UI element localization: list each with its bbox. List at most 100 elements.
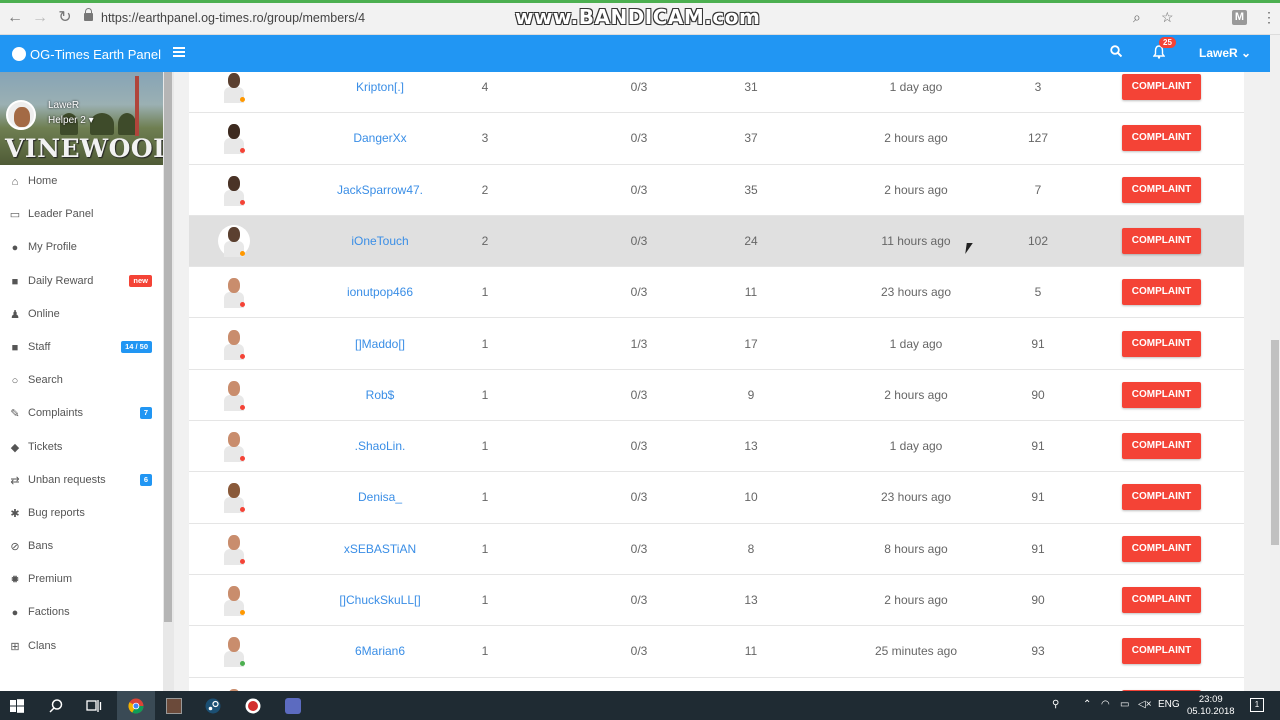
search-icon[interactable] (1110, 45, 1122, 57)
complaint-button[interactable]: COMPLAINT (1122, 433, 1201, 460)
sidebar-item-factions[interactable]: ● Factions (0, 596, 163, 629)
zoom-icon[interactable]: ⌕ (1133, 9, 1141, 26)
action-center-icon[interactable]: 1 (1250, 698, 1264, 712)
sidebar-item-my-profile[interactable]: ● My Profile (0, 231, 163, 264)
member-name[interactable]: Kripton[.] (320, 72, 440, 113)
table-row: xSEBASTiAN 1 0/3 8 8 hours ago 91 COMPLAINT (189, 524, 1244, 575)
member-level: 2 (481, 233, 489, 248)
member-faction-points: 102 (1027, 233, 1049, 248)
member-hours: 35 (744, 182, 758, 197)
clock-time: 23:09 (1198, 694, 1223, 705)
search-icon[interactable] (48, 698, 64, 714)
member-name[interactable]: ionutpop466 (320, 267, 440, 318)
wifi-icon[interactable]: ◠ (1101, 699, 1110, 710)
member-last-seen: 2 hours ago (884, 182, 948, 197)
sidebar-item-tickets[interactable]: ◆ Tickets (0, 431, 163, 464)
user-menu[interactable]: LaweR ⌄ (1199, 46, 1251, 60)
member-name[interactable]: iOneTouch (320, 216, 440, 267)
member-level: 3 (481, 131, 489, 146)
url-text: https://earthpanel.og-times.ro/group/mem… (101, 11, 366, 25)
member-last-seen: 2 hours ago (856, 678, 976, 691)
sidebar-item-complaints[interactable]: ✎ Complaints 7 (0, 397, 163, 430)
people-icon[interactable]: ⚲ (1052, 699, 1059, 710)
member-skin-avatar (219, 165, 249, 216)
complaint-button[interactable]: COMPLAINT (1122, 381, 1201, 408)
sidebar-item-daily-reward[interactable]: ■ Daily Reward new (0, 265, 163, 298)
member-name[interactable]: Denisa_ (320, 472, 440, 523)
sidebar-item-search[interactable]: ○ Search (0, 364, 163, 397)
member-name[interactable]: DangerXx (320, 113, 440, 164)
language-indicator[interactable]: ENG (1158, 699, 1180, 710)
member-faction-points: 90 (1018, 678, 1058, 691)
tag-icon: ◆ (10, 441, 20, 454)
complaint-button[interactable]: COMPLAINT (1122, 638, 1201, 665)
ban-icon: ⊘ (10, 541, 20, 554)
complaint-button[interactable]: COMPLAINT (1122, 535, 1201, 562)
complaint-button[interactable]: COMPLAINT (1122, 176, 1201, 203)
sidebar-item-leader-panel[interactable]: ▭ Leader Panel (0, 198, 163, 231)
task-view-icon[interactable] (86, 698, 102, 714)
member-name[interactable]: BuNoT (320, 678, 440, 691)
windows-start-icon[interactable] (9, 698, 25, 714)
bandicam-record-icon[interactable] (245, 698, 261, 714)
system-clock[interactable]: 23:09 05.10.2018 (1187, 694, 1235, 718)
member-level: 1 (481, 644, 489, 659)
member-warns: 0/3 (619, 678, 659, 691)
sidebar-item-premium[interactable]: ✹ Premium (0, 563, 163, 596)
forward-arrow-icon[interactable]: → (30, 8, 50, 28)
sidebar-item-clans[interactable]: ⊞ Clans (0, 630, 163, 663)
gavel-icon: ✎ (10, 408, 20, 421)
profile-rank[interactable]: Helper 2 ▾ (48, 115, 94, 126)
avatar[interactable] (6, 100, 36, 130)
sidebar-item-label: Complaints (28, 407, 84, 420)
member-name[interactable]: JackSparrow47. (320, 165, 440, 216)
member-name[interactable]: []Maddo[] (320, 319, 440, 370)
sidebar-item-unban-requests[interactable]: ⇄ Unban requests 6 (0, 464, 163, 497)
bookmark-star-icon[interactable]: ☆ (1161, 9, 1174, 26)
complaint-button[interactable]: COMPLAINT (1122, 227, 1201, 254)
member-name[interactable]: .ShaoLin. (320, 421, 440, 472)
member-name[interactable]: 6Marian6 (320, 626, 440, 677)
chrome-icon[interactable] (128, 698, 144, 714)
hamburger-menu-icon[interactable] (173, 47, 185, 57)
members-table: Kripton[.] 4 0/3 31 1 day ago 3 COMPLAINT Dange… (189, 72, 1244, 691)
status-dot (240, 97, 245, 102)
member-name[interactable]: []ChuckSkuLL[] (320, 575, 440, 626)
volume-icon[interactable]: ◁× (1138, 699, 1152, 710)
reload-icon[interactable]: ↻ (55, 8, 75, 28)
status-dot (240, 610, 245, 615)
sidebar-item-home[interactable]: ⌂ Home (0, 165, 163, 198)
extension-icon[interactable]: M (1232, 10, 1247, 25)
search-icon: ○ (11, 375, 19, 388)
member-hours: 17 (744, 336, 758, 351)
sidebar-scrollbar[interactable] (163, 72, 174, 691)
complaint-button[interactable]: COMPLAINT (1122, 279, 1201, 306)
member-level: 1 (481, 541, 489, 556)
steam-icon[interactable] (205, 698, 221, 714)
sidebar-item-bug-reports[interactable]: ✱ Bug reports (0, 497, 163, 530)
member-name[interactable]: xSEBASTiAN (320, 524, 440, 575)
sidebar-item-label: Daily Reward (28, 274, 94, 287)
complaint-button[interactable]: COMPLAINT (1122, 484, 1201, 511)
table-row: BuNoT10/352 hours ago90COMPLAINT (189, 678, 1244, 691)
complaint-button[interactable]: COMPLAINT (1122, 587, 1201, 613)
sidebar-item-bans[interactable]: ⊘ Bans (0, 530, 163, 563)
member-warns: 0/3 (630, 439, 648, 454)
messenger-icon[interactable] (285, 698, 301, 714)
brand[interactable]: OG-Times Earth Panel (12, 45, 161, 62)
complaint-button[interactable]: COMPLAINT (1122, 330, 1201, 357)
member-last-seen: 23 hours ago (880, 490, 952, 505)
member-name[interactable]: Rob$ (320, 370, 440, 421)
menu-dots-icon[interactable]: ⋮ (1262, 9, 1276, 26)
complaint-button[interactable]: COMPLAINT (1122, 74, 1201, 100)
battery-icon[interactable]: ▭ (1120, 699, 1129, 710)
complaint-button[interactable]: COMPLAINT (1122, 125, 1201, 152)
game-icon[interactable] (166, 698, 182, 714)
back-arrow-icon[interactable]: ← (5, 8, 25, 28)
sidebar-item-online[interactable]: ♟ Online (0, 298, 163, 331)
users-icon: ● (11, 607, 19, 620)
page-scrollbar[interactable] (1270, 35, 1280, 691)
sidebar-item-staff[interactable]: ■ Staff 14 / 50 (0, 331, 163, 364)
taskbar: ⚲ ⌃ ◠ ▭ ◁× ENG 23:09 05.10.2018 1 (0, 691, 1280, 720)
chevron-up-icon[interactable]: ⌃ (1083, 699, 1091, 710)
